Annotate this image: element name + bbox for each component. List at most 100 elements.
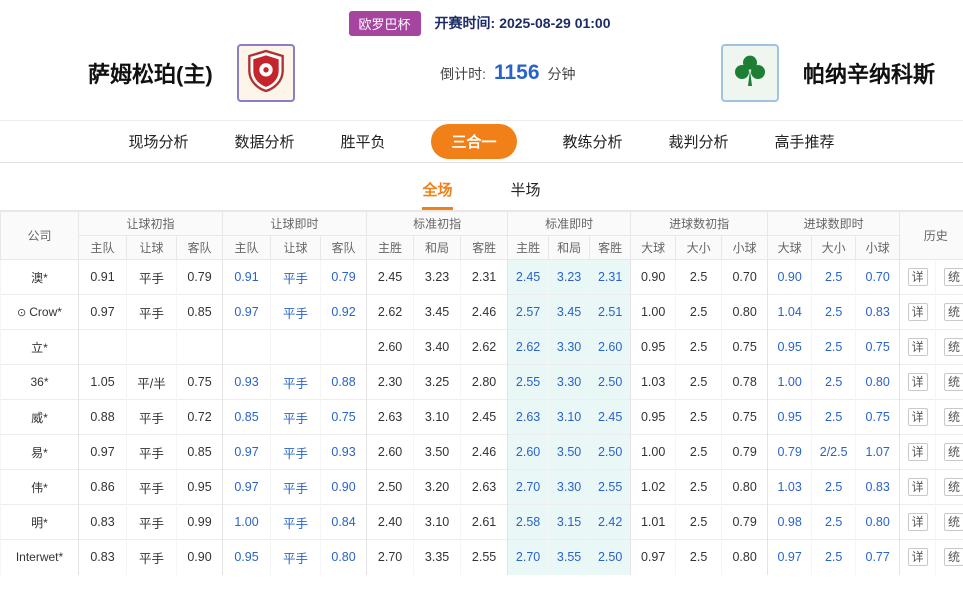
away-team: 帕纳辛纳科斯 bbox=[721, 44, 935, 102]
tab-高手推荐[interactable]: 高手推荐 bbox=[775, 131, 835, 152]
odds-cell: 2.5 bbox=[812, 470, 856, 505]
action-cell: 详 bbox=[900, 365, 936, 400]
odds-cell: 3.35 bbox=[414, 540, 461, 575]
stats-button[interactable]: 统 bbox=[944, 338, 963, 356]
company-name: Interwet* bbox=[16, 550, 63, 564]
group-header-进球数即时: 进球数即时 bbox=[768, 212, 900, 236]
odds-cell: 2.70 bbox=[367, 540, 414, 575]
odds-cell: 3.50 bbox=[549, 435, 590, 470]
col-header-大小: 大小 bbox=[812, 236, 856, 260]
odds-cell: 2.51 bbox=[590, 295, 631, 330]
action-cell: 统 bbox=[936, 295, 963, 330]
odds-cell: 2.45 bbox=[367, 260, 414, 295]
odds-cell: 0.90 bbox=[768, 260, 812, 295]
league-badge[interactable]: 欧罗巴杯 bbox=[349, 11, 421, 36]
company-name: 威* bbox=[31, 411, 48, 425]
tab-现场分析[interactable]: 现场分析 bbox=[128, 131, 188, 152]
odds-cell: 2.30 bbox=[367, 365, 414, 400]
odds-cell: 3.10 bbox=[414, 400, 461, 435]
col-header-大球: 大球 bbox=[631, 236, 676, 260]
stats-button[interactable]: 统 bbox=[944, 408, 963, 426]
odds-cell bbox=[321, 330, 367, 365]
stats-button[interactable]: 统 bbox=[944, 478, 963, 496]
odds-cell: 3.30 bbox=[549, 365, 590, 400]
home-team: 萨姆松珀(主) bbox=[88, 44, 295, 102]
detail-button[interactable]: 详 bbox=[908, 548, 928, 566]
odds-cell: 平手 bbox=[271, 400, 321, 435]
odds-cell: 2.46 bbox=[461, 295, 508, 330]
odds-cell: 2.55 bbox=[590, 470, 631, 505]
odds-cell: 3.23 bbox=[414, 260, 461, 295]
odds-cell: 3.50 bbox=[414, 435, 461, 470]
odds-cell: 0.75 bbox=[722, 330, 768, 365]
col-header-大小: 大小 bbox=[676, 236, 722, 260]
tab-三合一[interactable]: 三合一 bbox=[431, 124, 516, 159]
odds-cell: 0.80 bbox=[856, 505, 900, 540]
odds-cell: 2.63 bbox=[508, 400, 549, 435]
odds-cell: 2.45 bbox=[590, 400, 631, 435]
detail-button[interactable]: 详 bbox=[908, 443, 928, 461]
odds-cell: 0.75 bbox=[722, 400, 768, 435]
odds-cell: 0.80 bbox=[722, 295, 768, 330]
odds-cell: 2.5 bbox=[812, 540, 856, 575]
col-header-小球: 小球 bbox=[722, 236, 768, 260]
match-header: 欧罗巴杯 开赛时间:2025-08-29 01:00 萨姆松珀(主) bbox=[0, 0, 963, 120]
subtab-半场[interactable]: 半场 bbox=[511, 179, 541, 210]
detail-button[interactable]: 详 bbox=[908, 513, 928, 531]
col-header-客队: 客队 bbox=[177, 236, 223, 260]
odds-cell: 平手 bbox=[271, 435, 321, 470]
odds-cell: 平手 bbox=[271, 295, 321, 330]
detail-button[interactable]: 详 bbox=[908, 268, 928, 286]
detail-button[interactable]: 详 bbox=[908, 338, 928, 356]
subtabs: 全场 半场 bbox=[0, 163, 963, 210]
odds-cell: 2.58 bbox=[508, 505, 549, 540]
detail-button[interactable]: 详 bbox=[908, 303, 928, 321]
odds-cell: 2.50 bbox=[590, 540, 631, 575]
odds-cell: 2.5 bbox=[676, 540, 722, 575]
odds-cell: 2.42 bbox=[590, 505, 631, 540]
odds-cell: 1.04 bbox=[768, 295, 812, 330]
stats-button[interactable]: 统 bbox=[944, 268, 963, 286]
tab-胜平负[interactable]: 胜平负 bbox=[340, 131, 385, 152]
tab-裁判分析[interactable]: 裁判分析 bbox=[669, 131, 729, 152]
odds-cell: 1.00 bbox=[631, 435, 676, 470]
group-header-标准即时: 标准即时 bbox=[508, 212, 631, 236]
tab-数据分析[interactable]: 数据分析 bbox=[234, 131, 294, 152]
col-header-让球: 让球 bbox=[271, 236, 321, 260]
teams-row: 萨姆松珀(主) 倒计时: 1156 分钟 bbox=[0, 34, 963, 120]
col-header-主胜: 主胜 bbox=[367, 236, 414, 260]
odds-cell: 2.5 bbox=[812, 365, 856, 400]
tab-教练分析[interactable]: 教练分析 bbox=[563, 131, 623, 152]
history-header: 历史 bbox=[900, 212, 963, 260]
odds-cell: 1.00 bbox=[223, 505, 271, 540]
odds-cell: 2.70 bbox=[508, 470, 549, 505]
company-cell: Interwet* bbox=[1, 540, 79, 575]
odds-cell: 0.99 bbox=[177, 505, 223, 540]
detail-button[interactable]: 详 bbox=[908, 373, 928, 391]
odds-cell: 2.5 bbox=[812, 400, 856, 435]
away-team-logo bbox=[721, 44, 779, 102]
odds-cell: 0.75 bbox=[177, 365, 223, 400]
detail-button[interactable]: 详 bbox=[908, 408, 928, 426]
countdown-label: 倒计时: bbox=[440, 64, 486, 84]
detail-button[interactable]: 详 bbox=[908, 478, 928, 496]
odds-cell: 0.98 bbox=[768, 505, 812, 540]
odds-cell: 0.80 bbox=[856, 365, 900, 400]
stats-button[interactable]: 统 bbox=[944, 303, 963, 321]
odds-cell: 0.85 bbox=[223, 400, 271, 435]
table-row: 明*0.83平手0.991.00平手0.842.403.102.612.583.… bbox=[1, 505, 963, 540]
table-row: Interwet*0.83平手0.900.95平手0.802.703.352.5… bbox=[1, 540, 963, 575]
odds-cell: 2.5 bbox=[676, 435, 722, 470]
odds-cell: 0.79 bbox=[321, 260, 367, 295]
odds-cell: 2.5 bbox=[676, 400, 722, 435]
stats-button[interactable]: 统 bbox=[944, 373, 963, 391]
stats-button[interactable]: 统 bbox=[944, 513, 963, 531]
group-header-让球即时: 让球即时 bbox=[223, 212, 367, 236]
subtab-全场[interactable]: 全场 bbox=[422, 179, 452, 210]
stats-button[interactable]: 统 bbox=[944, 548, 963, 566]
odds-cell: 2.45 bbox=[508, 260, 549, 295]
stats-button[interactable]: 统 bbox=[944, 443, 963, 461]
nav-tabs: 现场分析 数据分析 胜平负 三合一 教练分析 裁判分析 高手推荐 bbox=[0, 120, 963, 163]
odds-cell: 0.83 bbox=[79, 505, 127, 540]
odds-cell: 0.75 bbox=[856, 330, 900, 365]
